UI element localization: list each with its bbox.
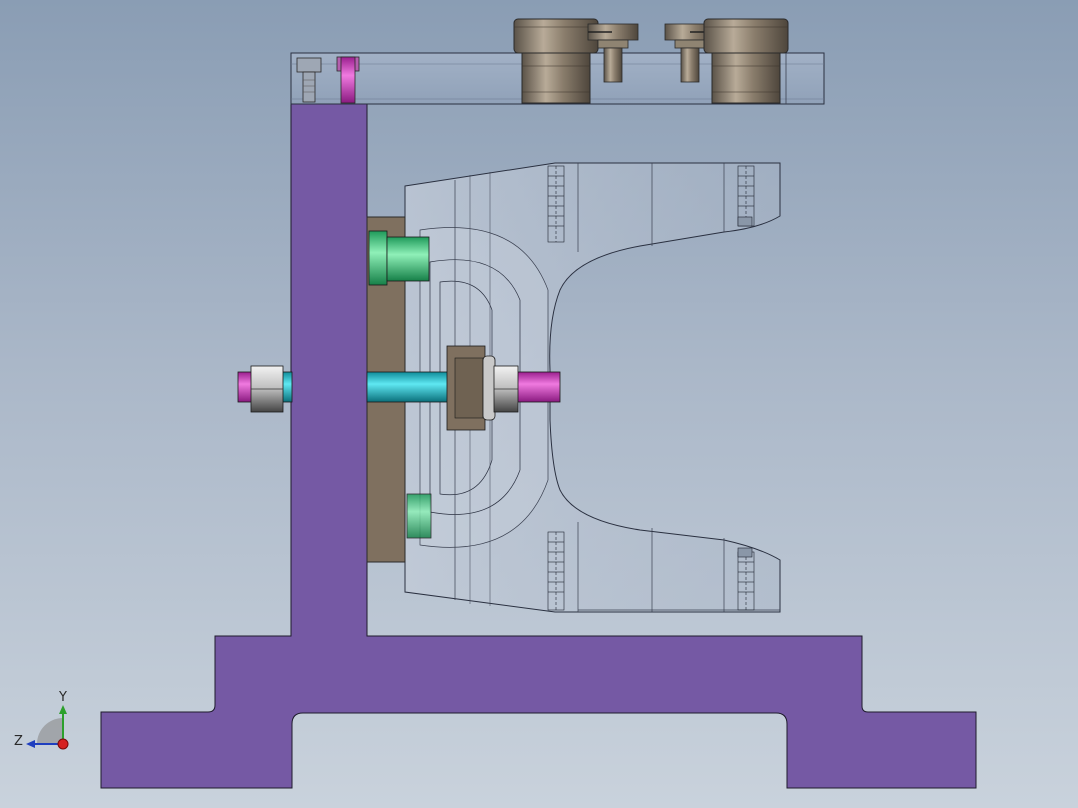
cad-viewport[interactable]: Y Z [0,0,1078,808]
assembly-drawing[interactable]: Y Z [0,0,1078,808]
triad-y-label: Y [58,690,67,705]
clamp-washer[interactable] [446,345,496,431]
triad-x-axis [57,738,69,750]
locating-pin-lower[interactable] [406,493,432,539]
locating-pin-upper[interactable] [368,230,430,286]
hex-nut-left[interactable] [250,365,284,413]
clamp-cylinder-right[interactable] [703,18,789,104]
triad-z-label: Z [14,734,23,749]
hex-nut-right[interactable] [493,365,519,413]
orientation-triad: Y Z [14,690,69,750]
clamp-cylinder-left[interactable] [513,18,599,104]
